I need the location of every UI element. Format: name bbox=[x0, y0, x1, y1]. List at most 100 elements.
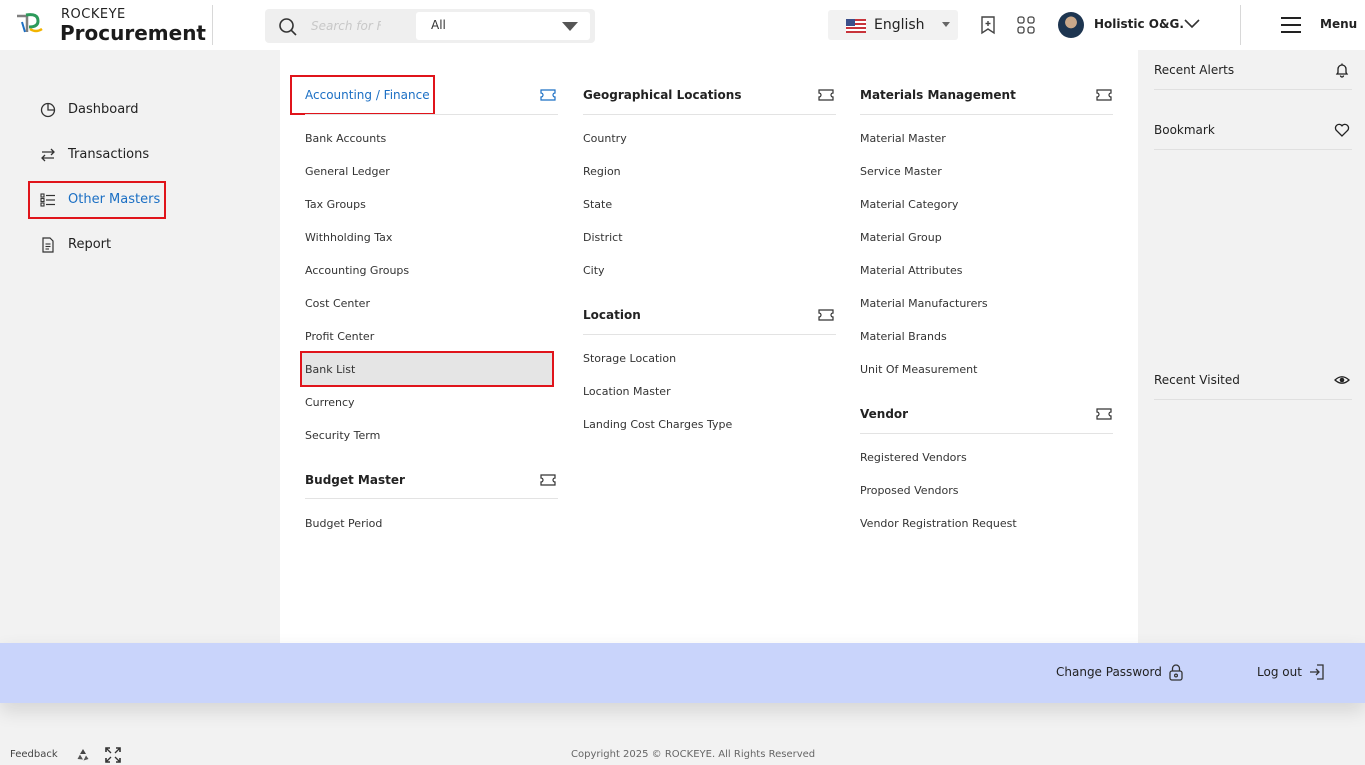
menu-link-cost-center[interactable]: Cost Center bbox=[305, 297, 370, 310]
bell-icon[interactable] bbox=[1334, 62, 1350, 78]
add-bookmark-icon[interactable] bbox=[978, 15, 998, 35]
menu-link-registered-vendors[interactable]: Registered Vendors bbox=[860, 451, 967, 464]
search-icon[interactable] bbox=[278, 17, 298, 37]
search-scope-select[interactable]: All bbox=[416, 12, 590, 40]
menu-link-landing-cost-charges-type[interactable]: Landing Cost Charges Type bbox=[583, 418, 732, 431]
sidebar-item-dashboard[interactable]: Dashboard bbox=[30, 93, 164, 127]
search-input[interactable] bbox=[311, 16, 381, 36]
section-header-vendor[interactable]: Vendor bbox=[860, 407, 1113, 427]
feedback-link[interactable]: Feedback bbox=[10, 749, 58, 760]
search-scope-value: All bbox=[431, 18, 446, 32]
copyright-text: Copyright 2025 © ROCKEYE. All Rights Res… bbox=[571, 749, 816, 760]
menu-link-district[interactable]: District bbox=[583, 231, 623, 244]
recent-visited-section[interactable]: Recent Visited bbox=[1154, 360, 1352, 400]
header-divider bbox=[1240, 5, 1241, 45]
menu-link-bank-accounts[interactable]: Bank Accounts bbox=[305, 132, 386, 145]
chevron-down-icon[interactable] bbox=[1183, 17, 1201, 31]
bookmark-section[interactable]: Bookmark bbox=[1154, 110, 1352, 150]
section-divider bbox=[860, 433, 1113, 434]
section-title: Location bbox=[583, 308, 641, 322]
menu-link-location-master[interactable]: Location Master bbox=[583, 385, 671, 398]
us-flag-icon bbox=[846, 19, 866, 33]
hamburger-menu-icon[interactable] bbox=[1280, 16, 1302, 34]
sidebar-item-transactions[interactable]: Transactions bbox=[30, 138, 164, 172]
menu-link-material-category[interactable]: Material Category bbox=[860, 198, 958, 211]
highlight-box bbox=[290, 75, 435, 115]
section-divider bbox=[583, 114, 836, 115]
eye-icon[interactable] bbox=[1334, 372, 1350, 388]
menu-link-state[interactable]: State bbox=[583, 198, 612, 211]
menu-link-material-group[interactable]: Material Group bbox=[860, 231, 942, 244]
section-divider bbox=[583, 334, 836, 335]
ticket-icon[interactable] bbox=[1096, 89, 1112, 101]
menu-link-material-master[interactable]: Material Master bbox=[860, 132, 946, 145]
caret-down-icon bbox=[942, 22, 950, 27]
menu-link-bank-list[interactable]: Bank List bbox=[300, 351, 554, 387]
logout-link[interactable]: Log out bbox=[1257, 665, 1302, 679]
sidebar-item-label: Other Masters bbox=[68, 192, 161, 207]
refresh-recycle-icon[interactable] bbox=[75, 747, 91, 763]
menu-link-material-attributes[interactable]: Material Attributes bbox=[860, 264, 963, 277]
recent-visited-label: Recent Visited bbox=[1154, 373, 1240, 387]
top-header: ROCKEYE Procurement All English bbox=[0, 0, 1365, 50]
menu-link-label: Bank List bbox=[305, 363, 356, 376]
language-select[interactable]: English bbox=[828, 10, 958, 40]
list-icon bbox=[40, 193, 55, 207]
lock-icon[interactable] bbox=[1167, 663, 1185, 681]
menu-link-material-manufacturers[interactable]: Material Manufacturers bbox=[860, 297, 988, 310]
menu-label[interactable]: Menu bbox=[1320, 17, 1357, 31]
section-title: Budget Master bbox=[305, 473, 405, 487]
ticket-icon[interactable] bbox=[540, 89, 556, 101]
heart-icon[interactable] bbox=[1334, 122, 1350, 138]
menu-link-region[interactable]: Region bbox=[583, 165, 621, 178]
menu-link-proposed-vendors[interactable]: Proposed Vendors bbox=[860, 484, 959, 497]
ticket-icon[interactable] bbox=[540, 474, 556, 486]
section-header-geographical-locations[interactable]: Geographical Locations bbox=[583, 88, 836, 108]
recent-alerts-section[interactable]: Recent Alerts bbox=[1154, 50, 1352, 90]
report-document-icon bbox=[42, 237, 54, 253]
menu-link-budget-period[interactable]: Budget Period bbox=[305, 517, 382, 530]
other-masters-mega-menu: Accounting / Finance Bank Accounts Gener… bbox=[280, 50, 1138, 643]
menu-link-security-term[interactable]: Security Term bbox=[305, 429, 380, 442]
menu-link-vendor-registration-request[interactable]: Vendor Registration Request bbox=[860, 517, 1017, 530]
bookmark-label: Bookmark bbox=[1154, 123, 1215, 137]
brand-subtitle: ROCKEYE bbox=[61, 7, 126, 22]
section-header-materials-management[interactable]: Materials Management bbox=[860, 88, 1113, 108]
caret-down-icon bbox=[562, 22, 578, 31]
recent-alerts-label: Recent Alerts bbox=[1154, 63, 1235, 77]
language-label: English bbox=[874, 17, 925, 33]
section-title: Materials Management bbox=[860, 88, 1016, 102]
fullscreen-icon[interactable] bbox=[105, 747, 121, 763]
menu-link-city[interactable]: City bbox=[583, 264, 605, 277]
ticket-icon[interactable] bbox=[1096, 408, 1112, 420]
sidebar-item-label: Dashboard bbox=[68, 102, 139, 117]
menu-link-tax-groups[interactable]: Tax Groups bbox=[305, 198, 366, 211]
ticket-icon[interactable] bbox=[818, 89, 834, 101]
section-title: Geographical Locations bbox=[583, 88, 742, 102]
user-name[interactable]: Holistic O&G. bbox=[1094, 17, 1184, 31]
menu-link-unit-of-measurement[interactable]: Unit Of Measurement bbox=[860, 363, 977, 376]
user-avatar[interactable] bbox=[1058, 12, 1084, 38]
dashboard-pie-icon bbox=[40, 102, 56, 118]
section-header-location[interactable]: Location bbox=[583, 308, 836, 328]
logout-icon[interactable] bbox=[1308, 663, 1326, 681]
menu-link-material-brands[interactable]: Material Brands bbox=[860, 330, 947, 343]
section-header-budget-master[interactable]: Budget Master bbox=[305, 473, 558, 493]
menu-link-service-master[interactable]: Service Master bbox=[860, 165, 942, 178]
section-title: Vendor bbox=[860, 407, 909, 421]
menu-link-storage-location[interactable]: Storage Location bbox=[583, 352, 676, 365]
sidebar-item-other-masters[interactable]: Other Masters bbox=[28, 181, 166, 219]
menu-link-general-ledger[interactable]: General Ledger bbox=[305, 165, 390, 178]
menu-link-accounting-groups[interactable]: Accounting Groups bbox=[305, 264, 409, 277]
menu-link-withholding-tax[interactable]: Withholding Tax bbox=[305, 231, 392, 244]
sidebar-item-report[interactable]: Report bbox=[30, 228, 164, 262]
ticket-icon[interactable] bbox=[818, 309, 834, 321]
apps-grid-icon[interactable] bbox=[1016, 15, 1036, 35]
section-divider bbox=[860, 114, 1113, 115]
menu-link-currency[interactable]: Currency bbox=[305, 396, 355, 409]
menu-link-country[interactable]: Country bbox=[583, 132, 627, 145]
transactions-arrows-icon bbox=[41, 148, 55, 162]
menu-link-profit-center[interactable]: Profit Center bbox=[305, 330, 374, 343]
change-password-link[interactable]: Change Password bbox=[1056, 665, 1162, 679]
rockeye-logo-icon[interactable] bbox=[14, 10, 46, 38]
